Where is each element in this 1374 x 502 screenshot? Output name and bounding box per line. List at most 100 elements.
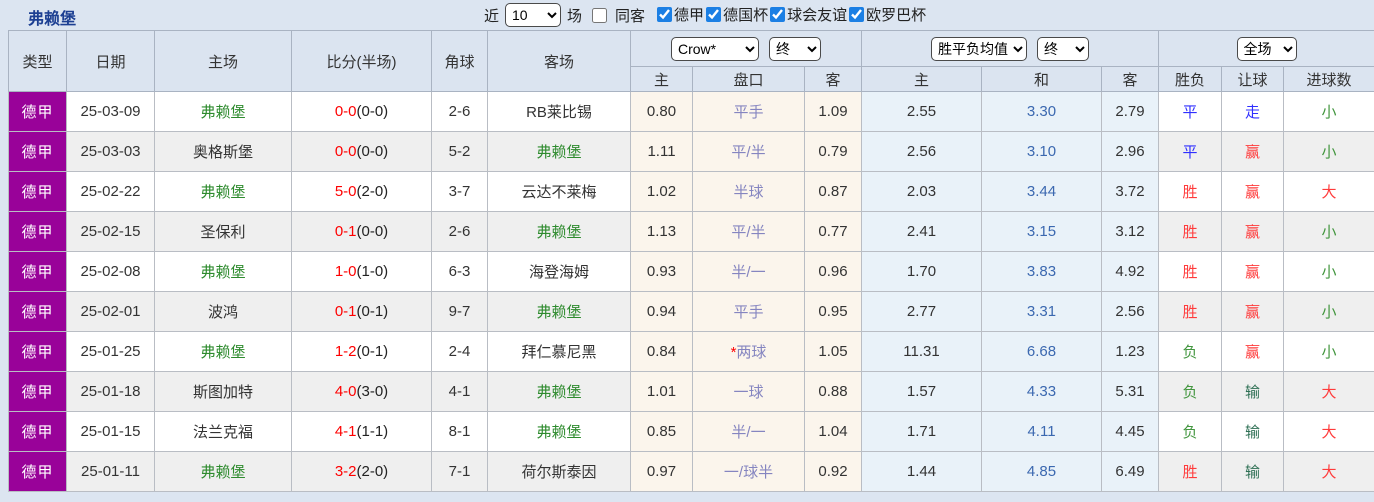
fulltime-score: 5-0 <box>334 183 357 200</box>
avg-away: 2.96 <box>1101 131 1160 172</box>
corner-count: 2-6 <box>431 91 488 132</box>
table-row: 德甲 25-01-18 斯图加特 4-0(3-0) 4-1 弗赖堡 1.01 一… <box>8 371 1374 412</box>
avg-source-select[interactable]: 胜平负均值 <box>931 36 1028 61</box>
scope-select[interactable]: 全场 <box>1236 36 1297 61</box>
goals-flag: 小 <box>1283 211 1374 252</box>
result-flag: 负 <box>1158 411 1223 452</box>
league-filter-checkbox[interactable] <box>849 7 865 22</box>
match-date: 25-02-22 <box>66 171 155 212</box>
avg-away: 4.45 <box>1101 411 1160 452</box>
avg-away: 3.12 <box>1101 211 1160 252</box>
away-team: 弗赖堡 <box>487 291 631 332</box>
result-flag: 胜 <box>1158 251 1223 292</box>
league-filter-checkbox[interactable] <box>706 7 722 22</box>
col-header-date: 日期 <box>66 30 155 92</box>
same-venue-label: 同客 <box>615 7 646 25</box>
avg-away: 3.72 <box>1101 171 1160 212</box>
corner-count: 4-1 <box>431 371 488 412</box>
league-filter: 德甲 <box>657 4 704 25</box>
away-team: 海登海姆 <box>487 251 631 292</box>
score: 5-0(2-0) <box>291 171 432 212</box>
league-filter-checkbox[interactable] <box>657 7 673 22</box>
fulltime-score: 1-0 <box>334 263 357 280</box>
result-flag: 负 <box>1158 371 1223 412</box>
fulltime-score: 0-1 <box>334 223 357 240</box>
league-filter-group: 德甲 德国杯 球会友谊 欧罗巴杯 <box>655 4 926 26</box>
fulltime-score: 0-0 <box>334 143 357 160</box>
score: 0-1(0-1) <box>291 291 432 332</box>
avg-draw: 4.85 <box>981 451 1103 492</box>
table-row: 德甲 25-02-22 弗赖堡 5-0(2-0) 3-7 云达不莱梅 1.02 … <box>8 171 1374 212</box>
handicap-result-flag: 赢 <box>1221 251 1285 292</box>
odds-time-select[interactable]: 终 <box>769 36 821 61</box>
avg-home: 1.57 <box>861 371 983 412</box>
avg-home: 2.56 <box>861 131 983 172</box>
league-badge: 德甲 <box>8 91 67 132</box>
fulltime-score: 1-2 <box>334 343 357 360</box>
home-team: 波鸿 <box>154 291 292 332</box>
away-team: 弗赖堡 <box>487 211 631 252</box>
scope-group-header: 全场 <box>1158 30 1374 67</box>
avg-home: 2.77 <box>861 291 983 332</box>
avg-away: 4.92 <box>1101 251 1160 292</box>
halftime-score: (2-0) <box>356 183 389 200</box>
recent-suffix-label: 场 <box>567 7 583 25</box>
league-badge: 德甲 <box>8 371 67 412</box>
handicap-text: 半球 <box>733 184 764 201</box>
score: 1-2(0-1) <box>291 331 432 372</box>
same-venue-checkbox[interactable] <box>592 7 608 23</box>
avg-home: 11.31 <box>861 331 983 372</box>
handicap-text: 平手 <box>733 304 764 321</box>
col-header-odds-away: 客 <box>803 66 863 92</box>
result-flag: 胜 <box>1158 171 1223 212</box>
league-filter-label: 德甲 <box>674 7 705 24</box>
league-badge: 德甲 <box>8 291 67 332</box>
result-flag: 胜 <box>1158 291 1223 332</box>
odds-handicap: 平/半 <box>692 131 805 172</box>
odds-group-header: Crow* 终 <box>629 30 863 67</box>
handicap-text: 平/半 <box>731 144 766 161</box>
handicap-text: 平手 <box>733 104 764 121</box>
goals-flag: 小 <box>1283 131 1374 172</box>
result-flag: 负 <box>1158 331 1223 372</box>
recent-count-select[interactable]: 10 <box>505 3 562 27</box>
avg-away: 2.79 <box>1101 91 1160 132</box>
halftime-score: (0-1) <box>356 303 389 320</box>
match-table-header: 类型 日期 主场 比分(半场) 角球 客场 Crow* 终 胜平负均值 终 全场… <box>8 30 1374 92</box>
score: 4-1(1-1) <box>291 411 432 452</box>
odds-home: 1.01 <box>630 371 693 412</box>
home-team: 奥格斯堡 <box>154 131 292 172</box>
fulltime-score: 3-2 <box>334 463 357 480</box>
avg-draw: 3.10 <box>981 131 1103 172</box>
match-date: 25-01-25 <box>66 331 155 372</box>
odds-handicap: 半/一 <box>692 251 805 292</box>
goals-flag: 大 <box>1283 371 1374 412</box>
odds-home: 0.80 <box>630 91 693 132</box>
corner-count: 8-1 <box>431 411 488 452</box>
league-filter-checkbox[interactable] <box>770 7 786 22</box>
result-flag: 平 <box>1158 91 1223 132</box>
handicap-result-flag: 走 <box>1221 91 1285 132</box>
away-team: 弗赖堡 <box>487 411 631 452</box>
table-row: 德甲 25-02-01 波鸿 0-1(0-1) 9-7 弗赖堡 0.94 平手 … <box>8 291 1374 332</box>
match-date: 25-01-18 <box>66 371 155 412</box>
match-table-body: 德甲 25-03-09 弗赖堡 0-0(0-0) 2-6 RB莱比锡 0.80 … <box>8 91 1374 492</box>
halftime-score: (0-0) <box>356 223 389 240</box>
col-header-odds-home: 主 <box>630 66 693 92</box>
avg-group-header: 胜平负均值 终 <box>861 30 1160 67</box>
score: 0-1(0-0) <box>291 211 432 252</box>
home-team: 弗赖堡 <box>154 171 292 212</box>
odds-handicap: 平手 <box>692 91 805 132</box>
odds-company-select[interactable]: Crow* <box>671 36 759 61</box>
home-team: 弗赖堡 <box>154 331 292 372</box>
table-row: 德甲 25-02-08 弗赖堡 1-0(1-0) 6-3 海登海姆 0.93 半… <box>8 251 1374 292</box>
score: 0-0(0-0) <box>291 91 432 132</box>
table-row: 德甲 25-03-03 奥格斯堡 0-0(0-0) 5-2 弗赖堡 1.11 平… <box>8 131 1374 172</box>
avg-home: 2.55 <box>861 91 983 132</box>
avg-time-select[interactable]: 终 <box>1037 36 1090 61</box>
goals-flag: 大 <box>1283 451 1374 492</box>
avg-draw: 6.68 <box>981 331 1103 372</box>
table-row: 德甲 25-01-11 弗赖堡 3-2(2-0) 7-1 荷尔斯泰因 0.97 … <box>8 451 1374 492</box>
odds-away: 1.09 <box>803 91 863 132</box>
goals-flag: 大 <box>1283 411 1374 452</box>
